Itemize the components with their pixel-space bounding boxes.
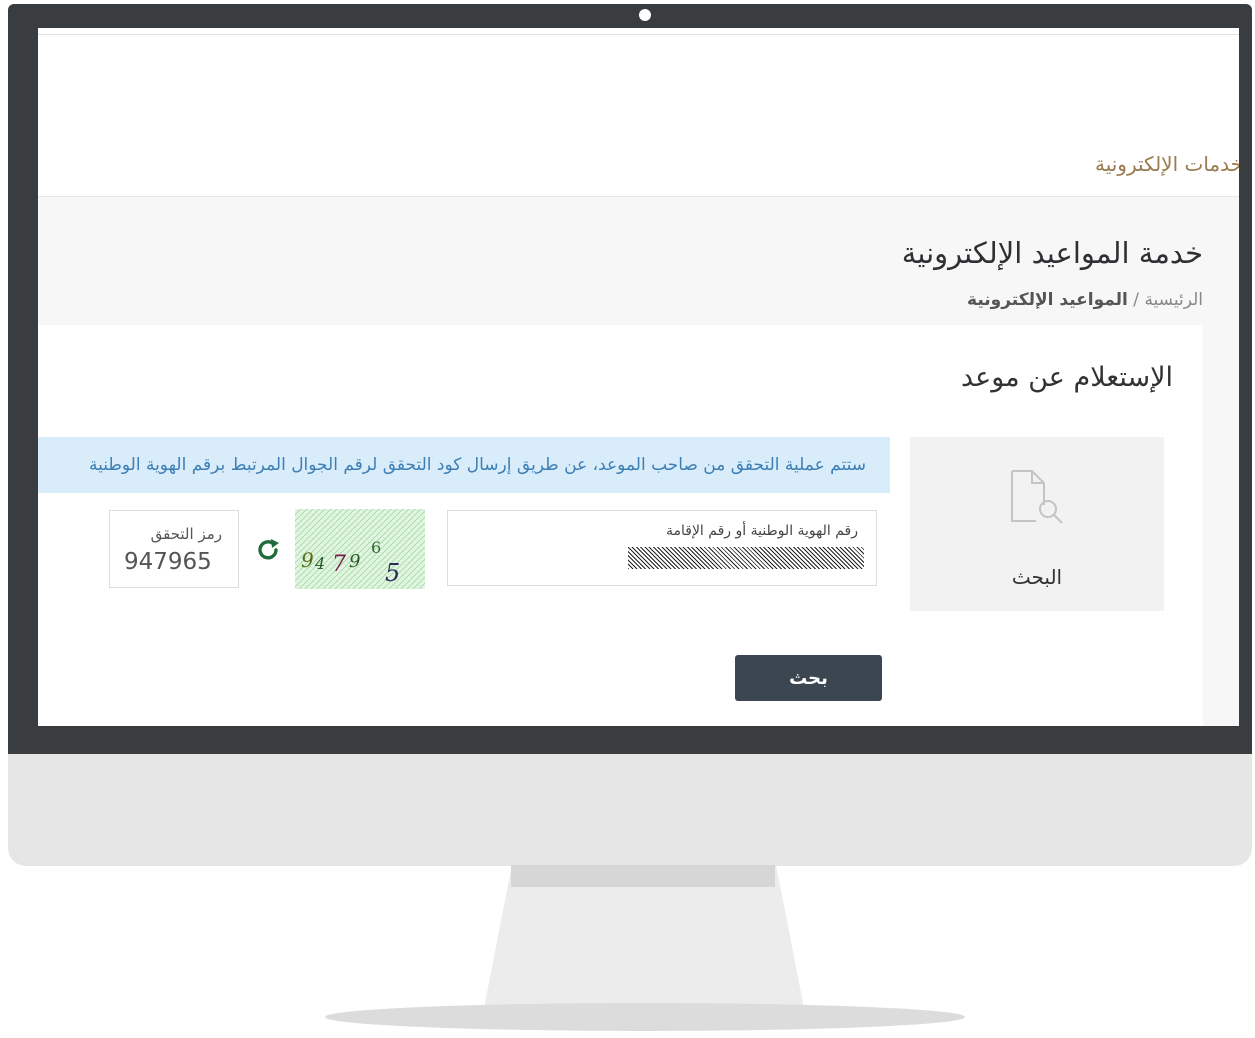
browser-screen: خدمات الإلكترونية خدمة المواعيد الإلكترو… — [38, 28, 1239, 726]
breadcrumb-separator: / — [1127, 290, 1145, 310]
camera-dot — [639, 9, 651, 21]
svg-text:7: 7 — [332, 552, 346, 577]
captcha-image: 9 4 7 9 6 5 — [295, 509, 425, 589]
refresh-icon[interactable] — [255, 537, 281, 563]
document-search-icon — [1011, 470, 1063, 524]
national-id-label: رقم الهوية الوطنية أو رقم الإقامة — [665, 523, 858, 539]
monitor-stand — [483, 865, 805, 1013]
svg-text:9: 9 — [301, 548, 314, 572]
svg-text:6: 6 — [371, 538, 381, 557]
verification-code-input[interactable] — [124, 547, 224, 577]
svg-text:4: 4 — [314, 554, 325, 573]
search-tile[interactable]: البحث — [910, 437, 1164, 611]
monitor-base — [325, 1003, 965, 1031]
national-id-masked-value — [628, 547, 864, 569]
search-submit-button[interactable]: بحث — [735, 655, 882, 701]
breadcrumb: الرئيسية / المواعيد الإلكترونية — [967, 290, 1203, 310]
inquiry-card: الإستعلام عن موعد البحث ستتم عملية التحق… — [38, 325, 1203, 726]
monitor-stand-shadow — [511, 865, 775, 887]
national-id-field[interactable]: رقم الهوية الوطنية أو رقم الإقامة — [447, 510, 877, 586]
breadcrumb-current: المواعيد الإلكترونية — [967, 290, 1128, 310]
monitor-chin — [8, 754, 1252, 866]
verification-code-field[interactable]: رمز التحقق — [109, 510, 239, 588]
breadcrumb-home-link[interactable]: الرئيسية — [1144, 290, 1203, 310]
page-title: خدمة المواعيد الإلكترونية — [901, 236, 1203, 270]
eservices-nav-link[interactable]: خدمات الإلكترونية — [1095, 152, 1239, 176]
verification-code-label: رمز التحقق — [150, 525, 222, 543]
verification-alert: ستتم عملية التحقق من صاحب الموعد، عن طري… — [38, 437, 890, 493]
inquiry-title: الإستعلام عن موعد — [960, 362, 1173, 393]
search-tile-label: البحث — [1011, 565, 1063, 589]
top-divider — [38, 34, 1239, 35]
svg-text:9: 9 — [349, 551, 360, 572]
svg-text:5: 5 — [385, 559, 400, 587]
